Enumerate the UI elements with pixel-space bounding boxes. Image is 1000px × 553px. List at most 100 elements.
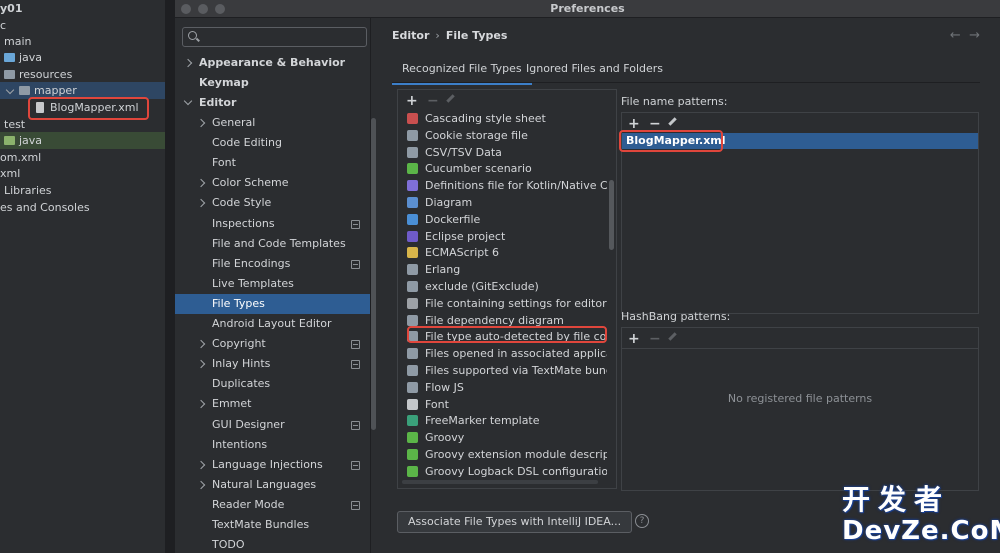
tree-row-main[interactable]: main [0,33,165,50]
file-type-row[interactable]: Font [407,396,607,413]
add-file-type-button[interactable]: + [406,93,418,109]
file-type-icon [407,415,418,427]
sidebar-item-language-injections[interactable]: Language Injections [175,455,370,475]
sidebar-item-inlay-hints[interactable]: Inlay Hints [175,354,370,374]
sidebar-item-editor[interactable]: Editor [175,93,370,113]
tree-row-project[interactable]: y01 [0,0,165,17]
empty-patterns-text: No registered file patterns [727,392,873,405]
file-types-horizontal-scrollbar[interactable] [402,480,598,484]
sidebar-item-natural-languages[interactable]: Natural Languages [175,475,370,495]
sidebar-item-keymap[interactable]: Keymap [175,73,370,93]
file-types-scrollbar[interactable] [609,180,614,250]
edit-pattern-icon[interactable] [668,117,677,126]
file-type-row[interactable]: Groovy Logback DSL configuration [407,463,607,480]
file-type-row[interactable]: exclude (GitExclude) [407,278,607,295]
back-arrow-icon[interactable]: ← [950,28,961,43]
file-type-row[interactable]: Eclipse project [407,228,607,245]
tab-recognized-file-types[interactable]: Recognized File Types [392,58,532,85]
help-icon[interactable]: ? [635,514,649,528]
sidebar-item-emmet[interactable]: Emmet [175,394,370,414]
sidebar-item-file-encodings[interactable]: File Encodings [175,254,370,274]
associate-file-types-button[interactable]: Associate File Types with IntelliJ IDEA.… [397,511,633,533]
file-type-label: Definitions file for Kotlin/Native C in [425,179,607,193]
tree-row-libraries[interactable]: Libraries [0,182,165,199]
file-types-list-panel: + − Cascading style sheet Cookie storage … [397,89,617,489]
sidebar-item-general[interactable]: General [175,113,370,133]
sidebar-item-live-templates[interactable]: Live Templates [175,274,370,294]
sidebar-item-inspections[interactable]: Inspections [175,214,370,234]
project-tree: y01 c main java resources mapper BlogMap… [0,0,165,553]
chevron-right-icon [196,198,206,208]
file-type-row[interactable]: Cookie storage file [407,127,607,144]
highlight-box [619,130,723,152]
file-type-row[interactable]: Erlang [407,261,607,278]
chevron-right-icon [196,480,206,490]
sidebar-item-file-and-code-templates[interactable]: File and Code Templates [175,234,370,254]
settings-search-input[interactable] [182,27,367,47]
file-type-label: Cascading style sheet [425,112,546,125]
edit-hashbang-icon[interactable] [668,332,677,341]
sidebar-item-todo[interactable]: TODO [175,535,370,553]
file-type-row[interactable]: Diagram [407,194,607,211]
file-type-icon [407,197,418,208]
sidebar-item-reader-mode[interactable]: Reader Mode [175,495,370,515]
forward-arrow-icon[interactable]: → [969,28,980,43]
file-type-icon [407,281,418,292]
file-type-row[interactable]: ECMAScript 6 [407,244,607,261]
sidebar-item-color-scheme[interactable]: Color Scheme [175,173,370,193]
file-type-row[interactable]: Groovy [407,429,607,446]
add-hashbang-button[interactable]: + [628,331,640,347]
sidebar-item-duplicates[interactable]: Duplicates [175,374,370,394]
chevron-right-icon [196,359,206,369]
folder-icon [4,53,15,62]
tree-row-java[interactable]: java [0,49,165,66]
project-settings-icon [351,461,360,470]
file-name-patterns-label: File name patterns: [621,95,728,108]
tree-row-xml[interactable]: xml [0,165,165,182]
sidebar-item-code-style[interactable]: Code Style [175,193,370,213]
sidebar-item-android-layout-editor[interactable]: Android Layout Editor [175,314,370,334]
file-type-icon [407,449,418,460]
tree-row-pom-xml[interactable]: om.xml [0,149,165,166]
watermark-line-2: DevZe.CoM [842,516,1000,546]
settings-sidebar: Appearance & Behavior Keymap Editor Gene… [175,18,371,553]
file-type-label: Cookie storage file [425,128,528,142]
file-type-row[interactable]: Dockerfile [407,211,607,228]
sidebar-item-font[interactable]: Font [175,153,370,173]
tree-row-test[interactable]: test [0,116,165,133]
hashbang-patterns-panel: + − No registered file patterns [621,327,979,491]
file-type-row[interactable]: File containing settings for editor [407,295,607,312]
remove-hashbang-button[interactable]: − [649,331,661,347]
file-type-label: Font [425,397,449,411]
sidebar-item-gui-designer[interactable]: GUI Designer [175,415,370,435]
sidebar-item-file-types[interactable]: File Types [175,294,370,314]
resources-folder-icon [4,70,15,79]
sidebar-item-intentions[interactable]: Intentions [175,435,370,455]
sidebar-item-code-editing[interactable]: Code Editing [175,133,370,153]
tree-row-test-java[interactable]: java [0,132,165,149]
sidebar-item-textmate-bundles[interactable]: TextMate Bundles [175,515,370,535]
file-type-row[interactable]: Definitions file for Kotlin/Native C in [407,177,607,194]
file-type-row[interactable]: Groovy extension module descripto [407,446,607,463]
remove-file-type-button[interactable]: − [427,93,439,109]
tree-row-scratches[interactable]: es and Consoles [0,199,165,216]
watermark: 开发者 DevZe.CoM [842,484,1000,547]
file-type-row[interactable]: Files opened in associated applicat [407,345,607,362]
breadcrumb-editor[interactable]: Editor [392,29,429,42]
edit-file-type-icon[interactable] [446,94,455,103]
file-type-icon [407,163,418,175]
file-type-label: Dockerfile [425,212,481,226]
tab-ignored-files-and-folders[interactable]: Ignored Files and Folders [516,58,673,82]
file-type-row[interactable]: Files supported via TextMate bundl [407,362,607,379]
tree-row-resources[interactable]: resources [0,66,165,83]
file-type-row[interactable]: Cucumber scenario [407,160,607,177]
tree-row-src[interactable]: c [0,17,165,34]
file-type-row[interactable]: FreeMarker template [407,412,607,429]
sidebar-item-appearance-behavior[interactable]: Appearance & Behavior [175,53,370,73]
file-type-row[interactable]: Cascading style sheet [407,110,607,127]
file-type-icon [407,146,418,158]
sidebar-item-copyright[interactable]: Copyright [175,334,370,354]
file-type-icon [407,381,418,393]
file-type-row[interactable]: CSV/TSV Data [407,144,607,161]
file-type-row[interactable]: Flow JS [407,379,607,396]
